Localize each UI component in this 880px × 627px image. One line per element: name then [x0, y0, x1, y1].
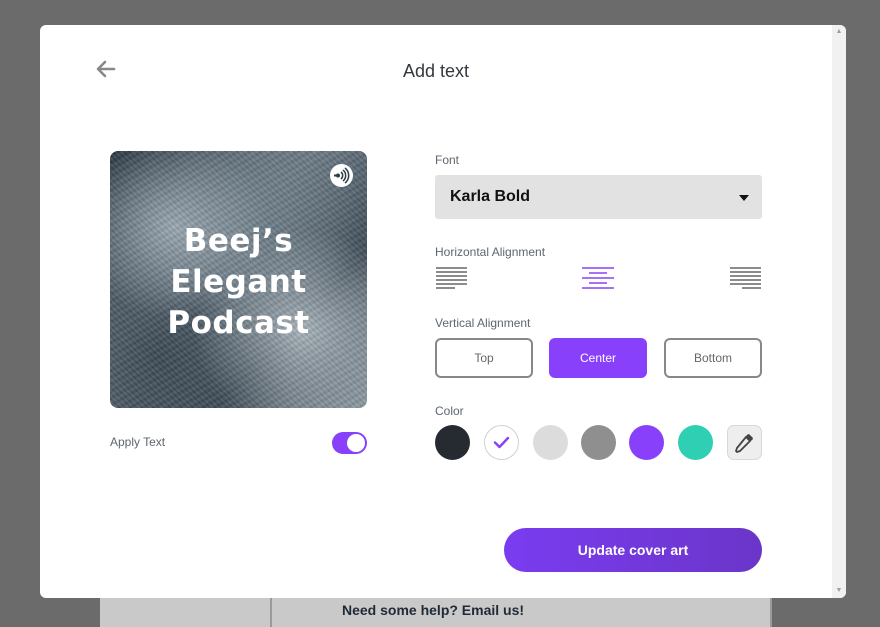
- color-swatch-black[interactable]: [435, 425, 470, 460]
- apply-text-label: Apply Text: [110, 435, 166, 449]
- scroll-up-icon[interactable]: ▲: [835, 28, 843, 36]
- color-swatch-light-gray[interactable]: [533, 425, 568, 460]
- cover-title-line-3: Podcast: [167, 305, 310, 341]
- align-right-button[interactable]: [728, 265, 762, 291]
- align-center-icon: [582, 267, 614, 289]
- valign-bottom-button[interactable]: Bottom: [664, 338, 762, 378]
- align-center-button[interactable]: [581, 265, 615, 291]
- valign-center-button[interactable]: Center: [549, 338, 647, 378]
- align-left-icon: [436, 267, 467, 289]
- podcast-badge-icon: [330, 164, 353, 187]
- cover-title-line-2: Elegant: [170, 264, 307, 300]
- valign-top-button[interactable]: Top: [435, 338, 533, 378]
- apply-text-toggle[interactable]: [332, 432, 367, 454]
- cover-title-line-1: Beej’s: [183, 223, 294, 259]
- color-swatch-white[interactable]: [484, 425, 519, 460]
- font-select[interactable]: Karla Bold: [435, 175, 762, 219]
- color-swatch-gray[interactable]: [581, 425, 616, 460]
- color-swatch-purple[interactable]: [629, 425, 664, 460]
- font-select-value: Karla Bold: [450, 188, 531, 205]
- eyedropper-icon: [735, 433, 754, 453]
- eyedropper-button[interactable]: [727, 425, 762, 460]
- color-label: Color: [435, 404, 464, 418]
- add-text-modal: ▲ ▼ Add text Beej’s Elegant Podcast Appl…: [40, 25, 846, 598]
- checkmark-icon: [493, 436, 510, 449]
- vertical-alignment-label: Vertical Alignment: [435, 316, 531, 330]
- scroll-down-icon[interactable]: ▼: [835, 587, 843, 595]
- background-sidebar: [100, 595, 272, 627]
- font-label: Font: [435, 153, 460, 167]
- cover-title-text: Beej’s Elegant Podcast: [110, 221, 367, 344]
- toggle-knob: [347, 434, 365, 452]
- help-email-link: Need some help? Email us!: [342, 602, 525, 618]
- horizontal-alignment-label: Horizontal Alignment: [435, 245, 546, 259]
- cover-art-preview: Beej’s Elegant Podcast: [110, 151, 367, 408]
- background-divider: [770, 595, 772, 627]
- modal-scrollbar[interactable]: ▲ ▼: [832, 25, 846, 598]
- modal-title: Add text: [402, 61, 470, 81]
- update-cover-art-button[interactable]: Update cover art: [504, 528, 762, 572]
- align-left-button[interactable]: [435, 265, 469, 291]
- color-swatch-teal[interactable]: [678, 425, 713, 460]
- chevron-down-icon: [739, 195, 749, 201]
- align-right-icon: [730, 267, 761, 289]
